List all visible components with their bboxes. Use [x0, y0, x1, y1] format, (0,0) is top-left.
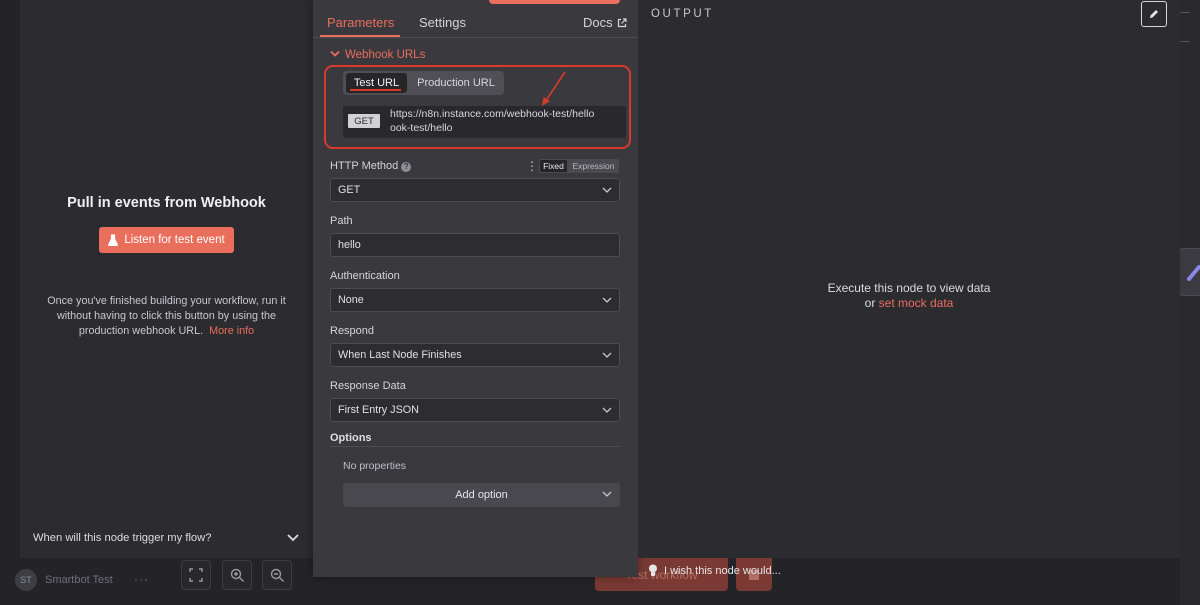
webhook-urls-toggle[interactable]: Webhook URLs [345, 49, 425, 61]
zoom-in-button[interactable] [222, 560, 252, 590]
tab-settings[interactable]: Settings [419, 15, 466, 30]
user-menu-icon[interactable]: ··· [134, 572, 149, 586]
active-tab-indicator [320, 35, 400, 37]
tab-parameters[interactable]: Parameters [327, 15, 394, 30]
fixed-expression-toggle: Fixed Expression [539, 159, 619, 173]
settings-tabs: Parameters Settings Docs [313, 0, 638, 38]
listen-for-test-event-button[interactable]: Listen for test event [99, 227, 234, 253]
annotation-arrow-icon [542, 71, 566, 106]
chevron-down-icon[interactable] [286, 532, 300, 544]
pencil-icon [1150, 10, 1158, 18]
path-label: Path [330, 215, 353, 227]
response-data-label: Response Data [330, 380, 406, 392]
node-settings-panel: Parameters Settings Docs Webhook URLs Te… [313, 0, 638, 577]
more-info-link[interactable]: More info [209, 325, 254, 337]
pencil-icon [1187, 265, 1200, 281]
url-method-badge: GET [348, 114, 380, 128]
options-label: Options [330, 432, 372, 444]
field-options-kebab-icon[interactable]: ⋮ [526, 160, 538, 172]
input-panel-title: Pull in events from Webhook [67, 195, 266, 211]
path-input[interactable]: hello [330, 233, 620, 257]
flask-icon [108, 234, 119, 246]
chevron-down-icon [602, 491, 612, 497]
respond-label: Respond [330, 325, 375, 337]
chevron-down-icon[interactable] [330, 50, 340, 58]
output-panel-title: OUTPUT [651, 8, 714, 20]
authentication-select[interactable]: None [330, 288, 620, 312]
avatar[interactable]: ST [15, 569, 37, 591]
external-link-icon [617, 17, 627, 27]
no-properties-text: No properties [343, 460, 407, 472]
production-url-tab[interactable]: Production URL [413, 73, 499, 93]
http-method-label: HTTP Method? [330, 160, 412, 172]
username: Smartbot Test [45, 574, 113, 586]
annotation-underline [350, 89, 401, 91]
zoom-out-button[interactable] [262, 560, 292, 590]
chevron-down-icon [602, 187, 612, 193]
zoom-to-fit-button[interactable] [181, 560, 211, 590]
fit-view-icon [189, 568, 203, 582]
input-help-text: Once you've finished building your workf… [47, 295, 286, 337]
fixed-mode-button[interactable]: Fixed [540, 160, 567, 172]
input-panel: Pull in events from Webhook Listen for t… [20, 0, 313, 558]
zoom-in-icon [230, 568, 244, 582]
canvas-right-edge [1180, 0, 1200, 605]
trigger-question[interactable]: When will this node trigger my flow? [33, 532, 211, 544]
tab-docs[interactable]: Docs [583, 15, 627, 30]
webhook-url-text[interactable]: https://n8n.instance.com/webhook-test/he… [390, 108, 594, 120]
authentication-label: Authentication [330, 270, 400, 282]
response-data-select[interactable]: First Entry JSON [330, 398, 620, 422]
chevron-down-icon [602, 297, 612, 303]
options-divider [330, 446, 620, 447]
webhook-url-text-overflow: ook-test/hello [390, 122, 453, 134]
edit-output-button[interactable] [1141, 1, 1167, 27]
add-option-button[interactable]: Add option [343, 483, 620, 507]
chevron-down-icon [602, 352, 612, 358]
zoom-out-icon [270, 568, 284, 582]
help-icon[interactable]: ? [401, 162, 412, 172]
output-empty-message: Execute this node to view data or set mo… [827, 281, 991, 310]
expression-mode-button[interactable]: Expression [570, 160, 617, 172]
lightbulb-icon [649, 564, 657, 576]
chevron-down-icon [602, 407, 612, 413]
set-mock-data-link[interactable]: set mock data [879, 296, 954, 310]
respond-select[interactable]: When Last Node Finishes [330, 343, 620, 367]
output-panel: OUTPUT Execute this node to view data or… [638, 0, 1180, 558]
feedback-link[interactable]: I wish this node would... [648, 564, 781, 577]
http-method-select[interactable]: GET [330, 178, 620, 202]
